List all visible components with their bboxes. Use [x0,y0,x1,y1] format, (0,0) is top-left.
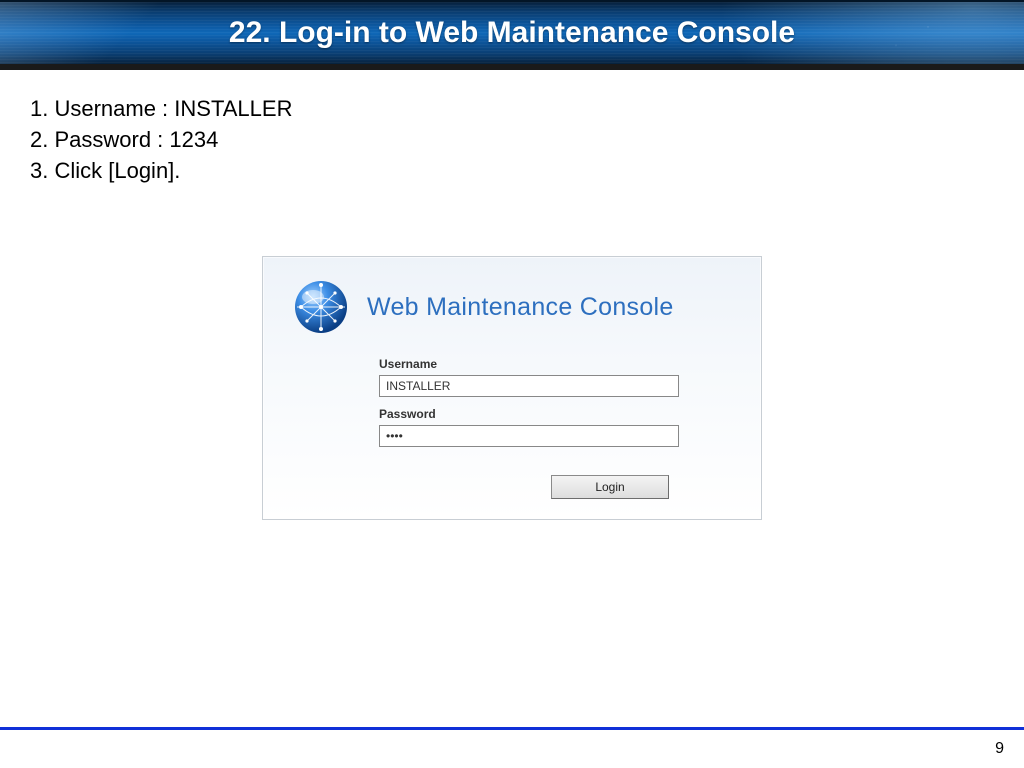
slide-header-banner: 22. Log-in to Web Maintenance Console [0,0,1024,70]
instruction-step-1: 1. Username : INSTALLER [30,94,994,125]
login-header: Web Maintenance Console [287,279,737,335]
password-label: Password [379,407,727,421]
username-input[interactable] [379,375,679,397]
globe-icon [293,279,349,335]
page-number: 9 [995,740,1004,758]
instructions-block: 1. Username : INSTALLER 2. Password : 12… [0,70,1024,196]
footer-divider [0,727,1024,730]
login-panel: Web Maintenance Console Username Passwor… [262,256,762,520]
login-button[interactable]: Login [551,475,669,499]
username-label: Username [379,357,727,371]
password-input[interactable] [379,425,679,447]
instruction-step-3: 3. Click [Login]. [30,156,994,187]
login-title: Web Maintenance Console [367,293,674,322]
login-form: Username Password Login [287,357,737,499]
instruction-step-2: 2. Password : 1234 [30,125,994,156]
slide-title: 22. Log-in to Web Maintenance Console [229,16,795,50]
